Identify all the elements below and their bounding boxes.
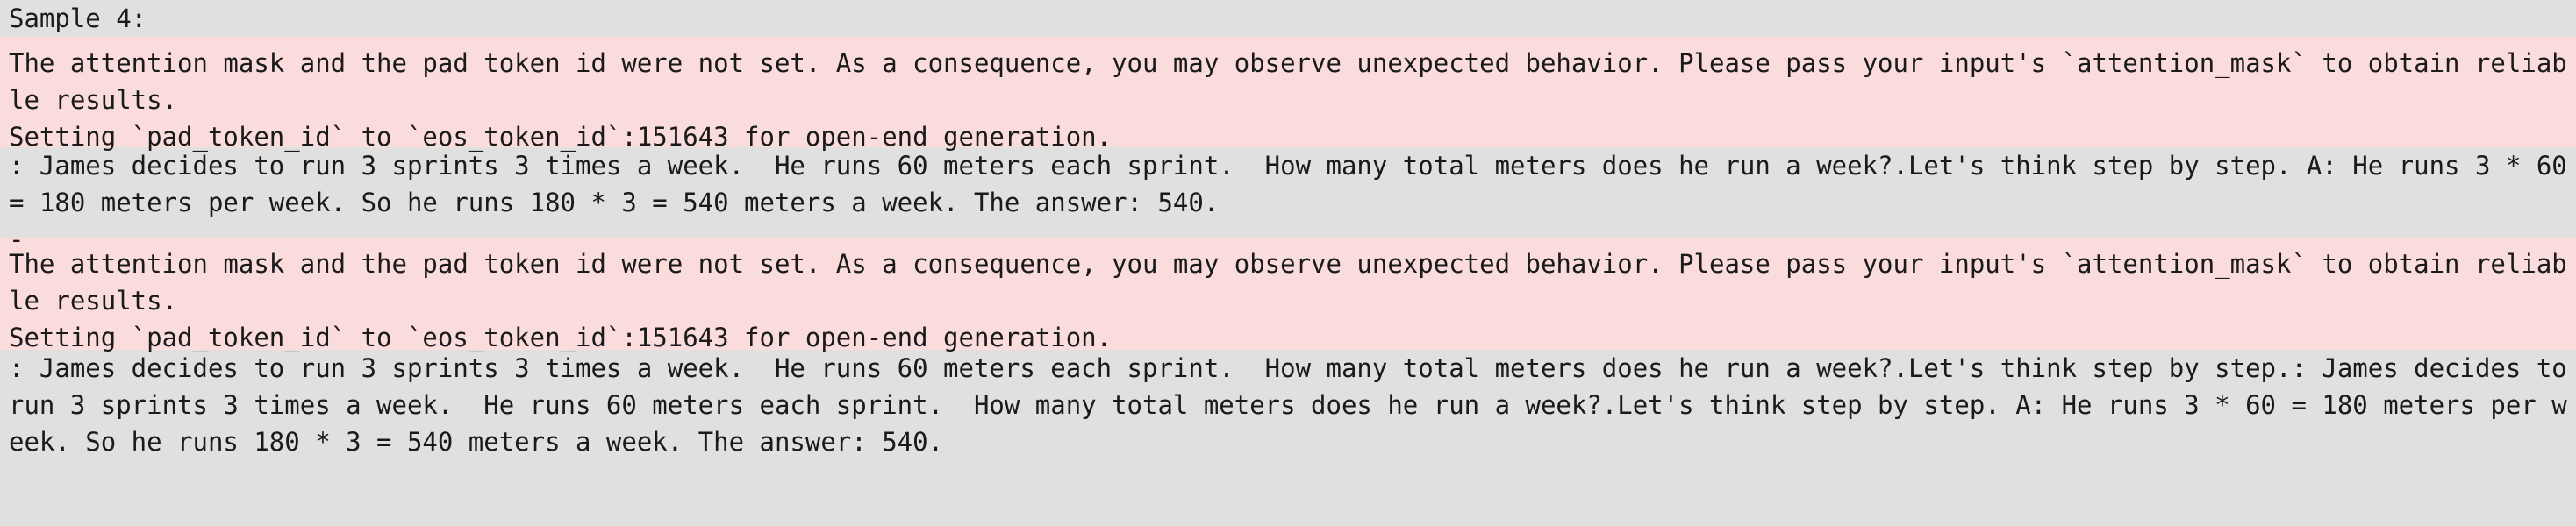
stderr-warning-block: The attention mask and the pad token id … [0,37,2576,152]
stderr-warning-block: The attention mask and the pad token id … [0,238,2576,352]
stdout-generation-block: : James decides to run 3 sprints 3 times… [0,147,2576,254]
cell-output-area: Sample 4: The attention mask and the pad… [0,0,2576,526]
output-header-line: Sample 4: [0,0,2576,37]
stdout-generation-block: : James decides to run 3 sprints 3 times… [0,350,2576,526]
